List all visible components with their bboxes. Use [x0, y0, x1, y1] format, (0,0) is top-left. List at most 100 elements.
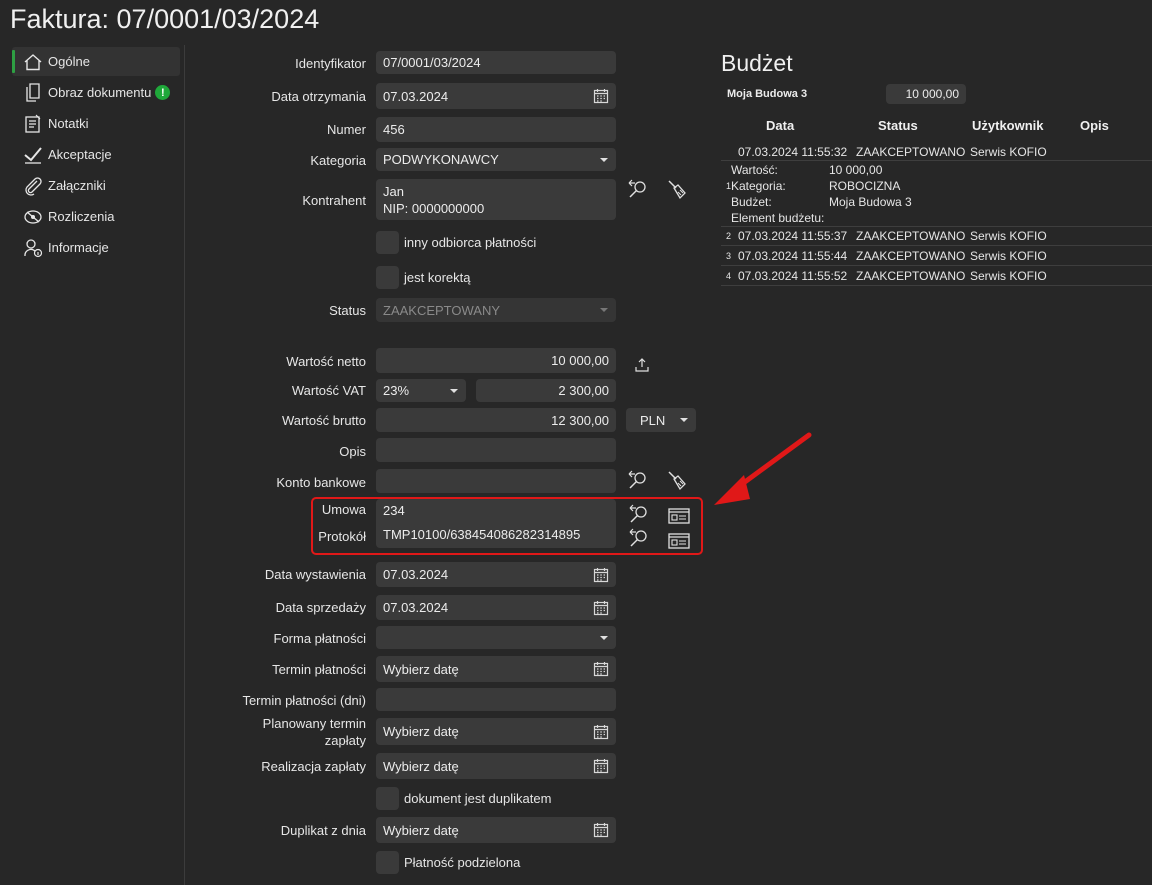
calendar-icon[interactable]: [593, 567, 609, 586]
row-divider: [721, 245, 1152, 246]
wartosc-vat-field[interactable]: 2 300,00: [476, 379, 616, 402]
kategoria-select[interactable]: PODWYKONAWCY: [376, 148, 616, 171]
red-arrow-annotation: [714, 432, 812, 505]
planowany-termin-field[interactable]: Wybierz datę: [376, 718, 616, 745]
protokol-field[interactable]: TMP10100/638454086282314895: [376, 521, 616, 548]
row-divider: [721, 160, 1152, 161]
upload-icon[interactable]: [630, 354, 654, 376]
kategoria-value: PODWYKONAWCY: [383, 152, 499, 167]
numer-field[interactable]: 456: [376, 117, 616, 142]
search-protocol-icon[interactable]: [627, 527, 651, 549]
sidebar-item-zalaczniki[interactable]: Załączniki: [12, 171, 180, 200]
paperclip-icon: [22, 175, 44, 197]
calendar-icon[interactable]: [593, 758, 609, 777]
calendar-icon[interactable]: [593, 600, 609, 619]
clear-brush-icon[interactable]: [665, 469, 689, 491]
search-account-icon[interactable]: [626, 469, 650, 491]
row-status: ZAAKCEPTOWANO: [856, 229, 966, 243]
calendar-icon[interactable]: [593, 88, 609, 107]
column-header-opis[interactable]: Opis: [1080, 118, 1109, 133]
konto-bankowe-field[interactable]: [376, 469, 616, 493]
column-header-status[interactable]: Status: [878, 118, 918, 133]
sidebar-item-label: Akceptacje: [48, 147, 112, 162]
opis-field[interactable]: [376, 438, 616, 462]
realizacja-field[interactable]: Wybierz datę: [376, 753, 616, 779]
wartosc-brutto-value: 12 300,00: [551, 412, 609, 428]
jest-korekta-checkbox[interactable]: [376, 266, 399, 289]
forma-platnosci-select[interactable]: [376, 626, 616, 649]
row-number: 4: [726, 271, 732, 281]
termin-platnosci-field[interactable]: Wybierz datę: [376, 656, 616, 682]
protocol-card-icon[interactable]: [667, 530, 691, 552]
wartosc-netto-field[interactable]: 10 000,00: [376, 348, 616, 373]
protokol-value: TMP10100/638454086282314895: [383, 527, 581, 542]
inny-odbiorca-checkbox[interactable]: [376, 231, 399, 254]
row-date: 07.03.2024 11:55:37: [738, 229, 848, 243]
sidebar-item-rozliczenia[interactable]: Rozliczenia: [12, 202, 180, 231]
clear-brush-icon[interactable]: [665, 178, 689, 200]
vat-rate-select[interactable]: 23%: [376, 379, 466, 402]
platnosc-podzielona-checkbox[interactable]: [376, 851, 399, 874]
budget-amount-field[interactable]: 10 000,00: [886, 84, 966, 104]
detail-key: Wartość:: [731, 163, 778, 177]
kontrahent-label: Kontrahent: [302, 193, 366, 208]
protokol-label: Protokół: [318, 529, 366, 544]
identyfikator-label: Identyfikator: [295, 56, 366, 71]
data-wystawienia-label: Data wystawienia: [264, 567, 366, 582]
kontrahent-field[interactable]: Jan NIP: 0000000000: [376, 179, 616, 220]
detail-value: Moja Budowa 3: [829, 195, 912, 209]
sidebar-item-informacje[interactable]: Informacje: [12, 233, 180, 262]
row-divider: [721, 265, 1152, 266]
sidebar-item-label: Informacje: [48, 240, 109, 255]
settlement-icon: [22, 206, 44, 228]
page-title: Faktura: 07/0001/03/2024: [10, 4, 320, 34]
data-otrzymania-field[interactable]: 07.03.2024: [376, 83, 616, 109]
row-date: 07.03.2024 11:55:44: [738, 249, 848, 263]
duplikat-z-dnia-field[interactable]: Wybierz datę: [376, 817, 616, 843]
row-user: Serwis KOFIO: [970, 229, 1047, 243]
contract-card-icon[interactable]: [667, 505, 691, 527]
detail-value: ROBOCIZNA: [829, 179, 901, 193]
sidebar-item-obraz-dokumentu[interactable]: Obraz dokumentu !: [12, 78, 180, 107]
konto-bankowe-label: Konto bankowe: [276, 475, 366, 490]
row-status: ZAAKCEPTOWANO: [856, 145, 966, 159]
user-info-icon: [22, 237, 44, 259]
row-divider: [721, 226, 1152, 227]
currency-select[interactable]: PLN: [626, 408, 696, 432]
search-contract-icon[interactable]: [627, 503, 651, 525]
duplikat-z-dnia-label: Duplikat z dnia: [280, 823, 366, 838]
data-sprzedazy-field[interactable]: 07.03.2024: [376, 595, 616, 620]
calendar-icon[interactable]: [593, 661, 609, 680]
column-header-user[interactable]: Użytkownik: [972, 118, 1044, 133]
numer-value: 456: [383, 122, 405, 137]
forma-platnosci-label: Forma płatności: [273, 631, 366, 646]
calendar-icon[interactable]: [593, 724, 609, 743]
data-wystawienia-field[interactable]: 07.03.2024: [376, 562, 616, 587]
currency-value: PLN: [640, 412, 666, 428]
budget-amount-value: 10 000,00: [905, 87, 959, 101]
document-image-icon: [22, 82, 44, 104]
sidebar-item-notatki[interactable]: Notatki: [12, 109, 180, 138]
realizacja-placeholder: Wybierz datę: [383, 758, 459, 774]
calendar-icon[interactable]: [593, 822, 609, 841]
duplikat-checkbox[interactable]: [376, 787, 399, 810]
row-user: Serwis KOFIO: [970, 269, 1047, 283]
jest-korekta-label: jest korektą: [404, 270, 471, 285]
umowa-field[interactable]: 234: [376, 499, 616, 521]
kontrahent-name: Jan: [383, 183, 404, 199]
wartosc-brutto-field[interactable]: 12 300,00: [376, 408, 616, 432]
warning-badge: !: [155, 85, 171, 100]
row-date: 07.03.2024 11:55:52: [738, 269, 848, 283]
platnosc-podzielona-label: Płatność podzielona: [404, 855, 521, 870]
sidebar-item-akceptacje[interactable]: Akceptacje: [12, 140, 180, 169]
umowa-label: Umowa: [321, 502, 366, 517]
chevron-down-icon: [450, 388, 458, 393]
column-header-data[interactable]: Data: [766, 118, 794, 133]
identyfikator-field[interactable]: 07/0001/03/2024: [376, 51, 616, 74]
termin-platnosci-dni-field[interactable]: [376, 688, 616, 711]
kategoria-label: Kategoria: [310, 153, 366, 168]
chevron-down-icon: [600, 157, 608, 162]
search-contractor-icon[interactable]: [626, 178, 650, 200]
data-otrzymania-label: Data otrzymania: [271, 89, 366, 104]
sidebar-item-ogolne[interactable]: Ogólne: [12, 47, 180, 76]
